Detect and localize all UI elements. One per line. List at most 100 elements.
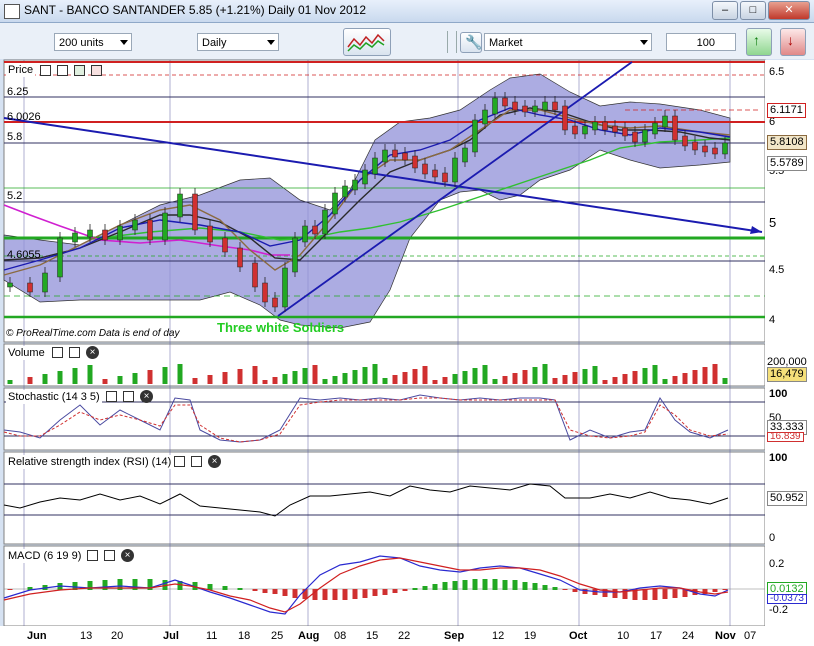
macd-bar [672,589,678,598]
macd-bar [352,589,358,599]
close-icon[interactable]: × [86,346,99,359]
pattern-annotation: Three white Soldiers [217,320,345,335]
wrench-icon[interactable] [174,456,185,467]
volume-bar [572,372,578,384]
wrench-icon[interactable] [52,347,63,358]
macd-bar [237,588,243,590]
window-icon[interactable] [191,456,202,467]
candle-body [482,109,488,125]
volume-bar [412,369,418,384]
volume-bar [552,378,558,384]
macd-bar [492,579,498,590]
macd-bar [572,589,578,592]
volume-bar [682,373,688,384]
macd-bar [412,588,418,590]
price-panel-label: Price [6,63,36,77]
volume-bar [592,366,598,384]
macd-bar [652,589,658,600]
window-icon[interactable] [69,347,80,358]
candle-body [382,149,388,163]
macd-bar [222,586,228,590]
macd-bar [342,589,348,600]
volume-bar [472,368,478,384]
volume-bar [482,365,488,384]
candle-body [682,135,688,147]
wrench-icon[interactable] [87,550,98,561]
volume-bar [262,380,268,384]
candle-body [147,219,153,241]
volume-bar [432,380,438,384]
macd-bar [612,589,618,598]
x-tick: 11 [206,630,218,642]
candle-body [412,155,418,169]
volume-bar [177,364,183,384]
candle-body [292,237,298,273]
candle-body [322,209,328,235]
volume-bar [147,370,153,384]
volume-bar [642,368,648,384]
candle-body [302,225,308,243]
settings-icon[interactable] [40,65,51,76]
value-box: 50.952 [767,491,807,506]
x-tick: 20 [111,630,124,642]
window-icon[interactable] [123,391,134,402]
close-icon[interactable]: × [121,549,134,562]
macd-bar [472,579,478,590]
candle-body [492,97,498,115]
volume-bar [162,367,168,384]
volume-bar [562,375,568,384]
chart-area[interactable] [0,0,814,646]
close-icon[interactable]: × [140,390,153,403]
x-tick: 24 [682,630,695,642]
volume-bar [102,379,108,384]
volume-bar [282,374,288,384]
arrow-down-icon[interactable] [91,65,102,76]
volume-bar [612,377,618,384]
y-tick: 6.5 [769,66,785,78]
close-icon[interactable]: × [208,455,221,468]
candle-body [562,105,568,131]
macd-bar [252,589,258,591]
wrench-icon[interactable] [106,391,117,402]
candle-body [102,229,108,241]
arrow-up-icon[interactable] [74,65,85,76]
candle-body [522,105,528,113]
macd-bar [7,589,13,590]
macd-bar [282,589,288,596]
macd-bar [562,589,568,590]
candle-body [512,101,518,111]
window-icon[interactable] [57,65,68,76]
candle-body [542,101,548,111]
volume-bar [662,379,668,384]
volume-bar [57,371,63,384]
stochastic-panel-label: Stochastic (14 3 5) [6,390,102,404]
volume-bar [392,375,398,384]
candle-body [352,179,358,191]
candle-body [672,115,678,141]
x-tick: Aug [298,630,320,642]
macd-bar [552,587,558,590]
volume-bar [222,372,228,384]
volume-bar [462,371,468,384]
volume-bar [692,370,698,384]
candle-body [392,149,398,158]
macd-bar [372,589,378,596]
candle-body [342,185,348,198]
volume-bar [382,378,388,384]
volume-bar [602,380,608,384]
volume-bar [722,378,728,384]
candle-body [582,125,588,135]
volume-bar [452,374,458,384]
macd-bar [522,582,528,590]
window-icon[interactable] [104,550,115,561]
volume-bar [7,380,13,384]
x-tick: 07 [744,630,757,642]
x-tick: 12 [492,630,505,642]
volume-bar [522,370,528,384]
candle-body [712,147,718,155]
macd-bar [262,589,268,593]
macd-bar [532,583,538,590]
value-box: -0.0373 [767,594,807,604]
candle-body [552,101,558,111]
volume-bar [372,364,378,384]
